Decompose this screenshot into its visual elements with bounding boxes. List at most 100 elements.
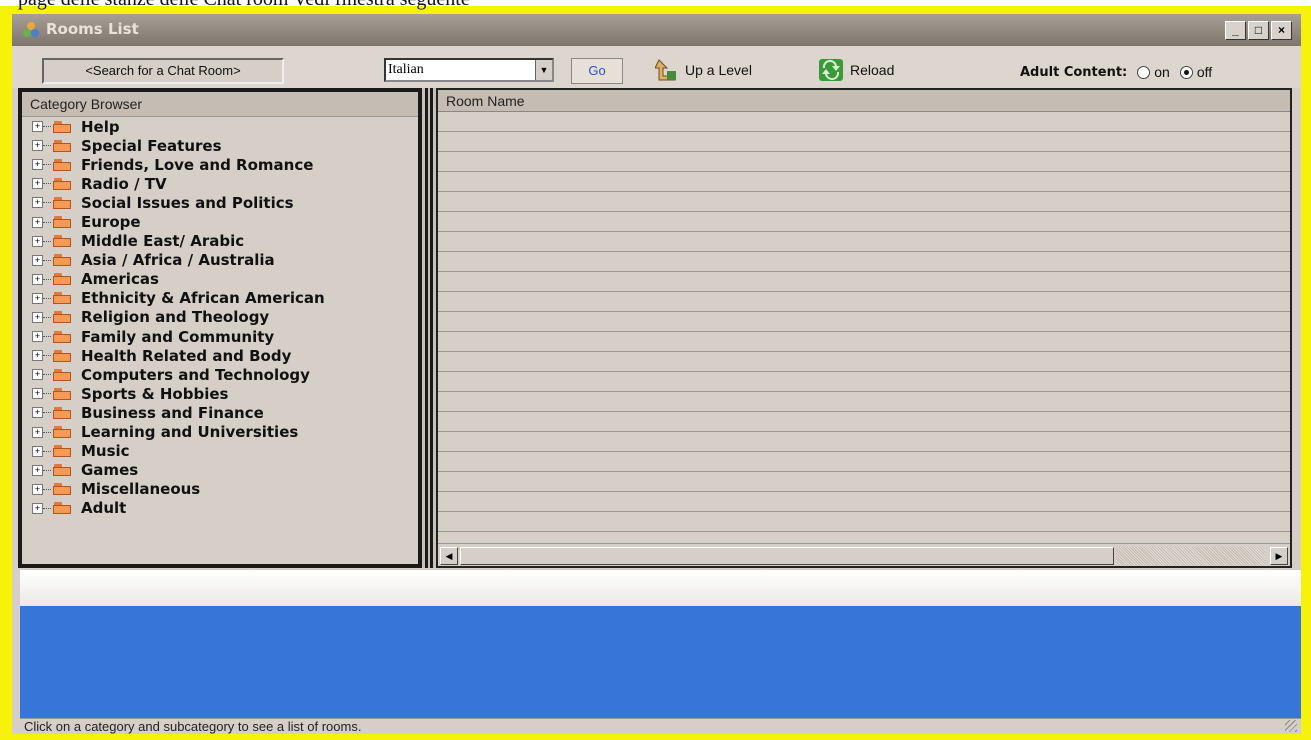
category-item[interactable]: + Help [32,117,418,136]
expand-icon[interactable]: + [32,254,43,266]
category-label: Miscellaneous [81,480,201,499]
expand-icon[interactable]: + [32,216,43,228]
expand-icon[interactable]: + [32,426,43,438]
folder-icon [53,273,71,286]
category-label: Friends, Love and Romance [81,155,314,174]
status-text: Click on a category and subcategory to s… [24,719,362,734]
rooms-list-window: Rooms List _ □ × <Search for a Chat Room… [12,14,1301,734]
category-label: Computers and Technology [81,365,310,384]
up-level-icon [655,59,676,81]
status-bar: Click on a category and subcategory to s… [20,718,1301,734]
category-label: Europe [81,213,141,232]
close-icon[interactable]: × [1271,21,1292,40]
category-item[interactable]: + Health Related and Body [32,346,418,365]
expand-icon[interactable]: + [32,121,43,133]
adult-off-label: off [1196,64,1213,80]
scroll-thumb[interactable] [460,547,1114,565]
category-item[interactable]: + Sports & Hobbies [32,384,418,403]
category-item[interactable]: + Friends, Love and Romance [32,155,418,174]
folder-icon [53,311,71,324]
folder-icon [53,177,71,190]
category-item[interactable]: + Games [32,461,418,480]
expand-icon[interactable]: + [32,331,43,343]
title-bar[interactable]: Rooms List _ □ × [12,14,1301,46]
folder-icon [53,120,71,133]
up-level-label: Up a Level [685,62,752,78]
category-item[interactable]: + Miscellaneous [32,480,418,499]
folder-icon [53,426,71,439]
document-caption: page delle stanze delle Chat room Vedi f… [18,0,470,11]
folder-icon [53,445,71,458]
expand-icon[interactable]: + [32,445,43,457]
category-label: Religion and Theology [81,308,270,327]
minimize-icon[interactable]: _ [1225,21,1246,40]
folder-icon [53,368,71,381]
room-list-pane: Room Name ◀ ▶ [436,88,1292,568]
category-label: Special Features [81,136,222,155]
expand-icon[interactable]: + [32,140,43,152]
category-item[interactable]: + Middle East/ Arabic [32,232,418,251]
adult-off-radio[interactable] [1179,65,1193,79]
category-item[interactable]: + Learning and Universities [32,423,418,442]
expand-icon[interactable]: + [32,178,43,190]
go-button[interactable]: Go [571,58,623,84]
category-item[interactable]: + Ethnicity & African American [32,289,418,308]
folder-icon [53,483,71,496]
resize-grip-icon[interactable] [1285,720,1297,732]
expand-icon[interactable]: + [32,197,43,209]
folder-icon [53,216,71,229]
reload-button[interactable]: Reload [818,56,894,84]
category-label: Radio / TV [81,174,167,193]
language-value: Italian [388,62,424,77]
adult-on-radio[interactable] [1137,65,1151,79]
expand-icon[interactable]: + [32,388,43,400]
rooms-app-icon [23,22,39,37]
language-select[interactable]: Italian ▼ [384,58,554,82]
category-item[interactable]: + Asia / Africa / Australia [32,251,418,270]
adult-content-group: Adult Content: on off [1020,64,1212,80]
scroll-right-icon[interactable]: ▶ [1270,547,1288,565]
category-item[interactable]: + Special Features [32,136,418,155]
category-item[interactable]: + Music [32,442,418,461]
dropdown-arrow-icon[interactable]: ▼ [535,60,552,80]
category-label: Ethnicity & African American [81,289,325,308]
expand-icon[interactable]: + [32,483,43,495]
expand-icon[interactable]: + [32,369,43,381]
expand-icon[interactable]: + [32,502,43,514]
room-name-column-header[interactable]: Room Name [438,90,1290,112]
folder-icon [53,235,71,248]
category-label: Help [81,117,120,136]
up-level-button[interactable]: Up a Level [655,56,752,84]
category-item[interactable]: + Americas [32,270,418,289]
category-item[interactable]: + Computers and Technology [32,365,418,384]
expand-icon[interactable]: + [32,311,43,323]
category-label: Health Related and Body [81,346,292,365]
pane-splitter[interactable] [422,88,436,568]
category-label: Americas [81,270,159,289]
category-item[interactable]: + Radio / TV [32,174,418,193]
toolbar: <Search for a Chat Room> Italian ▼ Go Up… [12,46,1301,88]
expand-icon[interactable]: + [32,464,43,476]
category-label: Family and Community [81,327,275,346]
folder-icon [53,254,71,267]
expand-icon[interactable]: + [32,159,43,171]
maximize-icon[interactable]: □ [1248,21,1269,40]
scroll-track[interactable] [1116,547,1266,565]
folder-icon [53,196,71,209]
expand-icon[interactable]: + [32,273,43,285]
room-list-rows[interactable] [438,112,1290,542]
category-item[interactable]: + Social Issues and Politics [32,193,418,212]
category-item[interactable]: + Religion and Theology [32,308,418,327]
scroll-left-icon[interactable]: ◀ [440,547,458,565]
expand-icon[interactable]: + [32,292,43,304]
category-item[interactable]: + Business and Finance [32,403,418,422]
horizontal-scrollbar[interactable]: ◀ ▶ [438,543,1290,566]
category-item[interactable]: + Family and Community [32,327,418,346]
category-label: Adult [81,499,127,518]
category-item[interactable]: + Europe [32,212,418,231]
expand-icon[interactable]: + [32,235,43,247]
search-input[interactable]: <Search for a Chat Room> [42,58,284,84]
expand-icon[interactable]: + [32,350,43,362]
expand-icon[interactable]: + [32,407,43,419]
category-item[interactable]: + Adult [32,499,418,518]
